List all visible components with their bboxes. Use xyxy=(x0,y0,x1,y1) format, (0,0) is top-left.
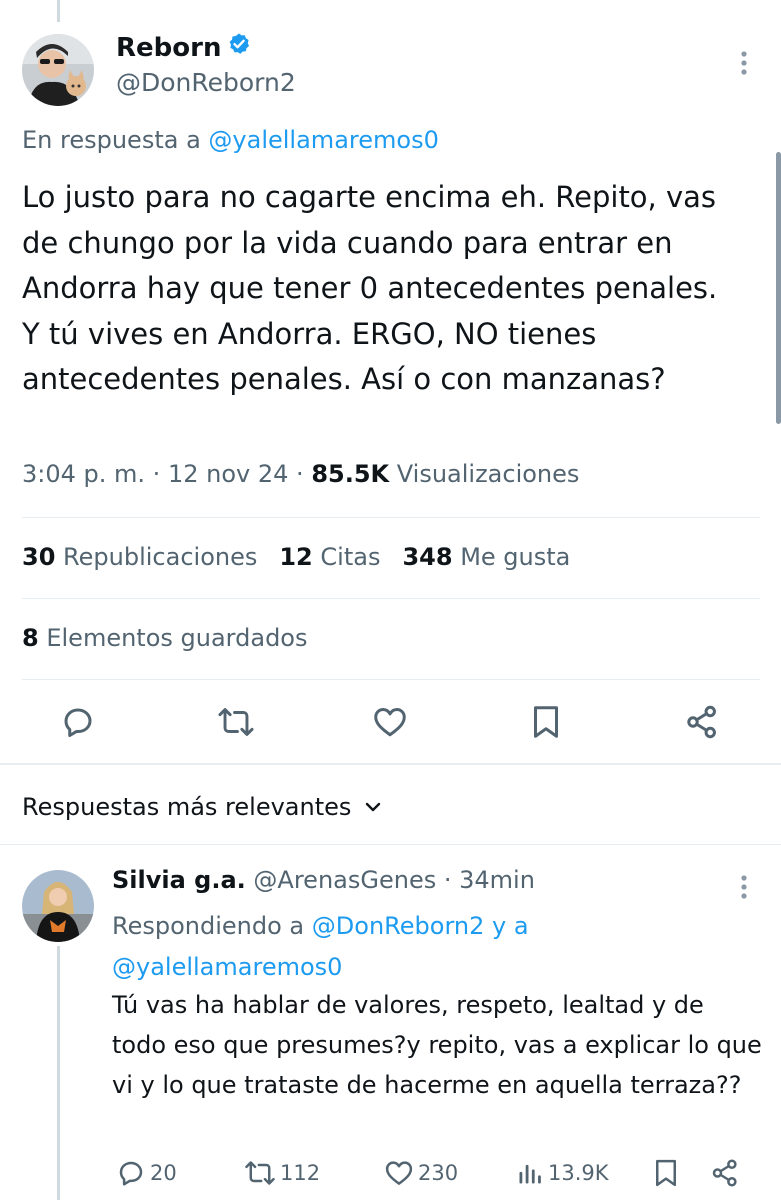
thread-connector-line xyxy=(57,946,60,1200)
reposts-stat[interactable]: 30 Republicaciones xyxy=(22,543,257,571)
bookmarks-label: Elementos guardados xyxy=(46,624,308,652)
bookmark-icon xyxy=(534,706,558,738)
views-count: 85.5K xyxy=(311,460,390,488)
tweet-date[interactable]: 12 nov 24 xyxy=(168,460,288,488)
share-button[interactable] xyxy=(682,702,722,742)
divider xyxy=(0,844,781,845)
reply-share-button[interactable] xyxy=(710,1156,740,1190)
reply-time[interactable]: 34min xyxy=(459,866,535,894)
repost-button[interactable] xyxy=(216,702,256,742)
responding-to: Respondiendo a @DonReborn2 y a @yalellam… xyxy=(112,906,752,988)
reply-reply-button[interactable]: 20 xyxy=(116,1156,177,1190)
heart-icon xyxy=(385,1161,413,1185)
responding-to-handle-link[interactable]: @yalellamaremos0 xyxy=(112,953,342,981)
reply-prefix: En respuesta a xyxy=(22,126,201,154)
responding-prefix: Respondiendo a xyxy=(112,912,305,940)
responding-and[interactable]: y a xyxy=(492,912,529,940)
responding-to-handle-link[interactable]: @DonReborn2 xyxy=(312,912,485,940)
bookmark-button[interactable] xyxy=(526,702,566,742)
reposts-label: Republicaciones xyxy=(63,543,258,571)
reply-replies-count: 20 xyxy=(150,1161,177,1185)
reply-icon xyxy=(64,708,92,737)
repost-icon xyxy=(245,1161,275,1185)
author-handle[interactable]: @DonReborn2 xyxy=(116,68,296,97)
repost-icon xyxy=(218,708,254,736)
tweet-time[interactable]: 3:04 p. m. xyxy=(22,460,145,488)
likes-count: 348 xyxy=(402,543,453,571)
share-icon xyxy=(712,1159,737,1187)
quotes-count: 12 xyxy=(279,543,313,571)
more-options-icon[interactable] xyxy=(732,48,756,78)
reply-header: Silvia g.a. @ArenasGenes · 34min xyxy=(112,866,535,894)
bookmarks-stat[interactable]: 8 Elementos guardados xyxy=(22,624,307,652)
meta-separator: · xyxy=(443,866,452,894)
divider xyxy=(22,517,760,518)
share-icon xyxy=(687,705,716,739)
reply-reposts-count: 112 xyxy=(280,1161,321,1185)
reply-repost-button[interactable]: 112 xyxy=(244,1156,320,1190)
author-avatar[interactable] xyxy=(22,34,94,106)
reply-to-handle-link[interactable]: @yalellamaremos0 xyxy=(208,126,438,154)
sort-label: Respuestas más relevantes xyxy=(22,793,352,821)
meta-separator: · xyxy=(152,460,161,488)
reposts-count: 30 xyxy=(22,543,56,571)
reply-icon xyxy=(119,1161,143,1186)
like-button[interactable] xyxy=(370,702,410,742)
thread-connector-line xyxy=(57,0,60,22)
reply-author-avatar[interactable] xyxy=(22,870,94,942)
verified-badge-icon xyxy=(227,32,251,63)
in-reply-to: En respuesta a @yalellamaremos0 xyxy=(22,126,439,154)
likes-label: Me gusta xyxy=(460,543,571,571)
reply-author-name[interactable]: Silvia g.a. xyxy=(112,866,246,894)
reply-bookmark-button[interactable] xyxy=(652,1156,680,1190)
author-name[interactable]: Reborn xyxy=(116,33,221,63)
analytics-bars-icon xyxy=(519,1164,541,1184)
reply-button[interactable] xyxy=(58,702,98,742)
tweet-text: Lo justo para no cagarte encima eh. Repi… xyxy=(22,180,718,396)
engagement-stats: 30 Republicaciones 12 Citas 348 Me gusta xyxy=(22,543,570,571)
section-divider xyxy=(0,763,781,765)
quotes-stat[interactable]: 12 Citas xyxy=(279,543,380,571)
scrollbar[interactable] xyxy=(776,152,781,424)
heart-icon xyxy=(374,708,406,737)
meta-separator: · xyxy=(296,460,304,488)
reply-like-button[interactable]: 230 xyxy=(384,1156,458,1190)
chevron-down-icon xyxy=(366,802,381,812)
author-name-row[interactable]: Reborn xyxy=(116,32,251,63)
more-options-icon[interactable] xyxy=(732,872,756,902)
bookmarks-count: 8 xyxy=(22,624,39,652)
likes-stat[interactable]: 348 Me gusta xyxy=(402,543,570,571)
reply-text: Tú vas ha hablar de valores, respeto, le… xyxy=(112,991,762,1099)
reply-author-handle[interactable]: @ArenasGenes xyxy=(253,866,436,894)
bookmark-icon xyxy=(656,1159,676,1187)
views-label: Visualizaciones xyxy=(396,460,580,488)
quotes-label: Citas xyxy=(320,543,381,571)
reply-views-count: 13.9K xyxy=(548,1161,609,1185)
tweet-metadata: 3:04 p. m. · 12 nov 24 · 85.5K Visualiza… xyxy=(22,460,579,488)
reply-views-button[interactable]: 13.9K xyxy=(516,1156,609,1190)
reply-likes-count: 230 xyxy=(418,1161,459,1185)
replies-sort-dropdown[interactable]: Respuestas más relevantes xyxy=(22,793,383,821)
divider xyxy=(22,679,760,680)
divider xyxy=(22,598,760,599)
